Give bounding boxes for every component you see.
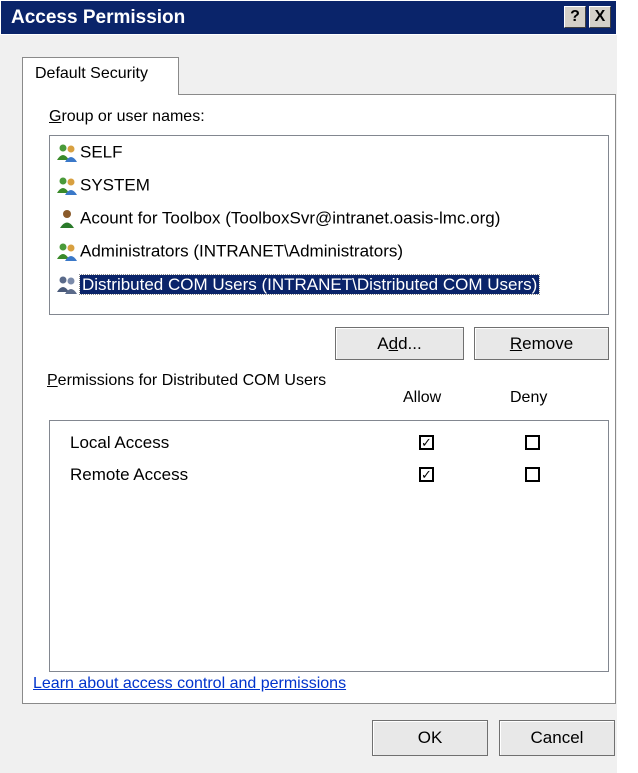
user-list-item[interactable]: Administrators (INTRANET\Administrators) bbox=[56, 241, 403, 265]
learn-access-control-link[interactable]: Learn about access control and permissio… bbox=[33, 675, 346, 693]
allow-checkbox[interactable]: ✓ bbox=[419, 435, 434, 450]
permission-row-label: Local Access bbox=[70, 433, 170, 452]
user-name-label: SYSTEM bbox=[80, 175, 150, 195]
add-button[interactable]: Add... bbox=[335, 327, 464, 360]
tab-panel: Group or user names: SELF SYSTEM Acount fo… bbox=[22, 94, 616, 704]
close-button[interactable]: X bbox=[589, 6, 611, 28]
ok-button[interactable]: OK bbox=[372, 720, 488, 756]
group-users-icon bbox=[56, 275, 80, 295]
permissions-listbox[interactable]: Local Access ✓ Remote Access ✓ bbox=[49, 420, 609, 672]
single-user-icon bbox=[56, 209, 80, 229]
user-name-label: Administrators (INTRANET\Administrators) bbox=[80, 241, 404, 261]
permission-row-label: Remote Access bbox=[70, 465, 189, 484]
user-name-label: Distributed COM Users (INTRANET\Distribu… bbox=[78, 273, 541, 295]
allow-checkbox[interactable]: ✓ bbox=[419, 467, 434, 482]
allow-column-header: Allow bbox=[403, 389, 442, 406]
group-or-user-names-label: Group or user names: bbox=[49, 108, 205, 125]
dialog-title: Access Permission bbox=[11, 7, 186, 28]
user-name-label: Acount for Toolbox (ToolboxSvr@intranet.… bbox=[80, 208, 501, 228]
deny-column-header: Deny bbox=[510, 389, 548, 406]
tab-default-security[interactable]: Default Security bbox=[22, 57, 179, 95]
users-listbox[interactable]: SELF SYSTEM Acount for Toolbox (ToolboxSvr… bbox=[49, 135, 609, 315]
help-button[interactable]: ? bbox=[564, 6, 586, 28]
group-users-icon bbox=[56, 143, 80, 163]
user-list-item[interactable]: Acount for Toolbox (ToolboxSvr@intranet.… bbox=[56, 208, 500, 232]
background-edge bbox=[617, 0, 638, 773]
deny-checkbox[interactable] bbox=[525, 435, 540, 450]
group-users-icon bbox=[56, 176, 80, 196]
user-list-item[interactable]: SELF bbox=[56, 142, 123, 166]
deny-checkbox[interactable] bbox=[525, 467, 540, 482]
title-bar[interactable]: Access Permission ? X bbox=[0, 0, 617, 35]
cancel-button[interactable]: Cancel bbox=[499, 720, 615, 756]
user-name-label: SELF bbox=[80, 142, 123, 162]
group-users-icon bbox=[56, 242, 80, 262]
dialog-button-bar: OK Cancel bbox=[0, 704, 617, 773]
user-list-item[interactable]: SYSTEM bbox=[56, 175, 150, 199]
user-list-item[interactable]: Distributed COM Users (INTRANET\Distribu… bbox=[56, 273, 541, 298]
permissions-label: Permissions for Distributed COM Users bbox=[47, 372, 327, 389]
tab-label: Default Security bbox=[35, 65, 148, 82]
remove-button[interactable]: Remove bbox=[474, 327, 609, 360]
access-permission-dialog: Access Permission ? X Default Security G… bbox=[0, 0, 638, 773]
